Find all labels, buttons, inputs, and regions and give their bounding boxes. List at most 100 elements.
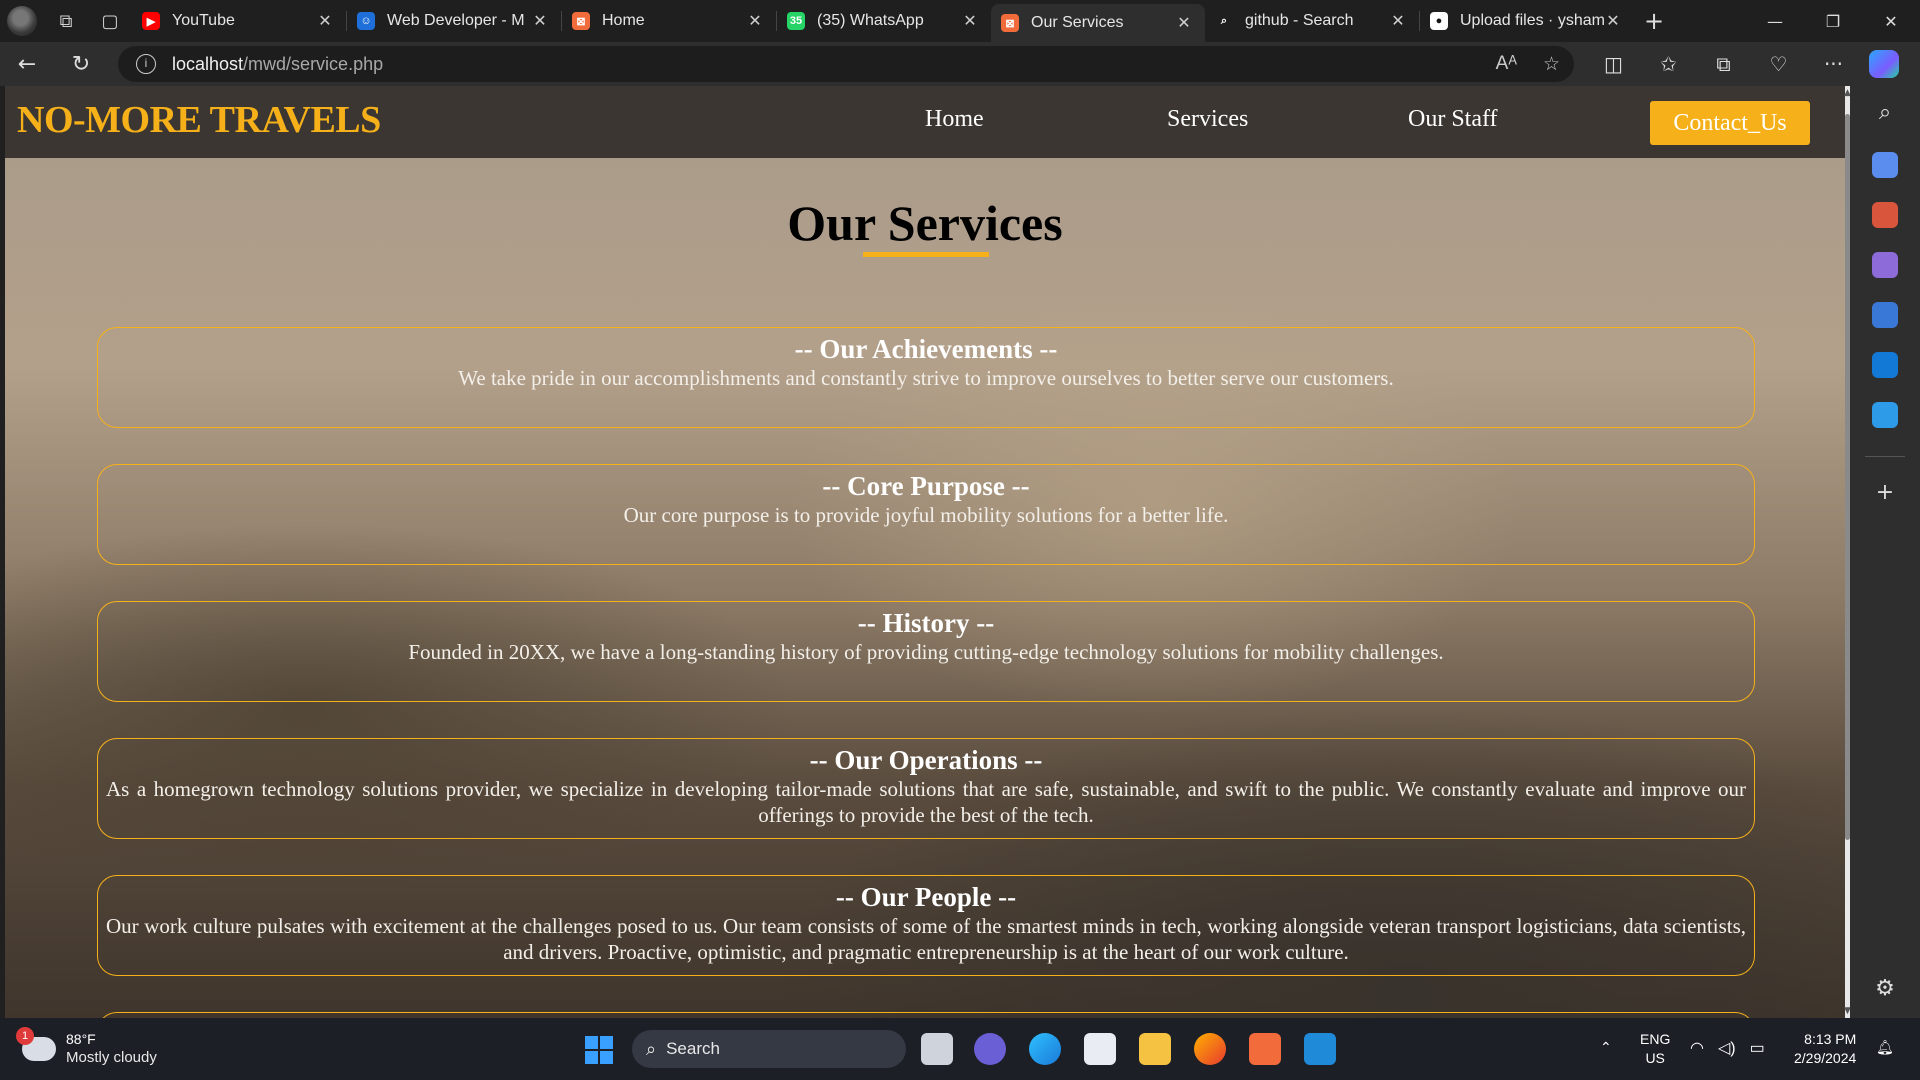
tab-close-icon[interactable]: ✕ — [961, 11, 979, 31]
file-explorer-icon[interactable] — [1139, 1033, 1171, 1065]
volume-icon: ◁) — [1717, 1040, 1736, 1057]
favorites-icon[interactable]: ✩ — [1641, 52, 1696, 76]
card-text: We take pride in our accomplishments and… — [458, 366, 1394, 390]
browser-tab[interactable]: ⊠ Our Services ✕ — [991, 4, 1205, 42]
card-title: -- Core Purpose -- — [822, 471, 1030, 501]
notifications-bell-icon[interactable]: 🔔︎ — [1876, 1038, 1894, 1057]
more-menu-icon[interactable]: ··· — [1806, 52, 1861, 76]
card-title: -- History -- — [857, 608, 995, 638]
weather-condition: Mostly cloudy — [66, 1049, 157, 1066]
card-title: -- Our Operations -- — [809, 745, 1043, 775]
workspaces-icon[interactable]: ⧉ — [44, 0, 88, 42]
minimize-icon[interactable]: — — [1746, 12, 1804, 31]
split-screen-icon[interactable]: ◫ — [1586, 52, 1641, 76]
back-icon[interactable]: ← — [0, 52, 54, 77]
wifi-icon: ◠ — [1690, 1040, 1704, 1057]
service-card-operations: -- Our Operations -- As a homegrown tech… — [97, 738, 1755, 839]
tab-title: YouTube — [172, 12, 235, 29]
window-controls: — ❐ ✕ — [1746, 12, 1920, 31]
favorite-star-icon[interactable]: ☆ — [1543, 53, 1560, 76]
read-aloud-icon[interactable]: Aᴬ — [1496, 53, 1517, 76]
sidebar-outlook-icon[interactable] — [1872, 352, 1898, 378]
firefox-icon[interactable] — [1194, 1033, 1226, 1065]
tab-favicon-icon: ⌕ — [1215, 12, 1233, 30]
nav-our-staff[interactable]: Our Staff — [1408, 106, 1498, 133]
edge-icon[interactable] — [1029, 1033, 1061, 1065]
tab-favicon-icon: 35 — [787, 12, 805, 30]
tab-title: Upload files · ysham — [1460, 12, 1604, 29]
clock-date: 2/29/2024 — [1794, 1050, 1857, 1066]
sidebar-shopping-icon[interactable] — [1872, 152, 1898, 178]
edge-sidebar: ⌕ + ⚙ — [1850, 86, 1920, 1018]
sidebar-divider — [1865, 456, 1905, 457]
browser-tab[interactable]: ⊠ Home ✕ — [562, 0, 776, 42]
weather-temp: 88°F — [66, 1031, 96, 1047]
vscode-icon[interactable] — [1304, 1033, 1336, 1065]
collections-icon[interactable]: ⧉ — [1696, 52, 1751, 76]
tab-title: Home — [602, 12, 645, 29]
address-toolbar: ← ↻ i localhost/mwd/service.php Aᴬ ☆ ◫ ✩… — [0, 42, 1920, 86]
tab-favicon-icon: ⊠ — [572, 12, 590, 30]
taskbar-search[interactable]: ⌕ Search — [632, 1030, 906, 1068]
task-view-icon[interactable] — [921, 1033, 953, 1065]
site-info-icon[interactable]: i — [136, 54, 156, 74]
tab-close-icon[interactable]: ✕ — [746, 11, 764, 31]
browser-tab[interactable]: ▶ YouTube ✕ — [132, 0, 346, 42]
refresh-icon[interactable]: ↻ — [54, 52, 108, 77]
sidebar-settings-icon[interactable]: ⚙ — [1872, 976, 1898, 1001]
site-logo[interactable]: NO-MORE TRAVELS — [17, 98, 381, 142]
sidebar-games-icon[interactable] — [1872, 252, 1898, 278]
tab-list: ▶ YouTube ✕ ☺ Web Developer - M ✕ ⊠ Home ✕ 35 (35)… — [132, 0, 1634, 42]
profile-avatar[interactable] — [0, 0, 44, 42]
tab-favicon-icon: ▶ — [142, 12, 160, 30]
start-icon[interactable] — [585, 1036, 613, 1064]
nav-services[interactable]: Services — [1167, 106, 1248, 133]
clock[interactable]: 8:13 PM 2/29/2024 — [1794, 1030, 1856, 1068]
sidebar-tools-icon[interactable] — [1872, 202, 1898, 228]
browser-tab[interactable]: ● Upload files · ysham ✕ — [1420, 0, 1634, 42]
card-title: -- Our Achievements -- — [794, 334, 1058, 364]
copilot-icon[interactable] — [1869, 50, 1899, 78]
browser-tab[interactable]: ⌕ github - Search ✕ — [1205, 0, 1419, 42]
url-host: localhost — [172, 53, 244, 74]
sidebar-copilot-icon[interactable] — [1872, 302, 1898, 328]
tray-overflow-icon[interactable]: ⌃ — [1600, 1038, 1612, 1057]
nav-home[interactable]: Home — [925, 106, 984, 133]
xampp-icon[interactable] — [1249, 1033, 1281, 1065]
tab-close-icon[interactable]: ✕ — [1389, 11, 1407, 31]
teams-icon[interactable] — [974, 1033, 1006, 1065]
store-icon[interactable] — [1084, 1033, 1116, 1065]
page-title: Our Services — [787, 195, 1063, 251]
tab-title: Our Services — [1031, 14, 1124, 31]
sidebar-add-icon[interactable]: + — [1872, 480, 1898, 505]
tab-close-icon[interactable]: ✕ — [1604, 11, 1622, 31]
tab-close-icon[interactable]: ✕ — [1175, 13, 1193, 33]
new-tab-button[interactable]: + — [1634, 7, 1674, 35]
card-text: As a homegrown technology solutions prov… — [106, 777, 1746, 827]
sidebar-send-icon[interactable] — [1872, 402, 1898, 428]
close-window-icon[interactable]: ✕ — [1862, 12, 1920, 31]
tab-favicon-icon: ☺ — [357, 12, 375, 30]
cloud-icon: 1 — [16, 1027, 56, 1061]
weather-widget[interactable]: 1 88°F Mostly cloudy — [16, 1027, 157, 1068]
url-path: /mwd/service.php — [243, 53, 384, 74]
tab-close-icon[interactable]: ✕ — [316, 11, 334, 31]
title-underline — [863, 252, 989, 257]
system-tray-icons[interactable]: ◠ ◁) ▭ — [1690, 1038, 1765, 1058]
language-indicator[interactable]: ENG US — [1640, 1030, 1670, 1068]
search-icon: ⌕ — [646, 1038, 657, 1059]
address-bar[interactable]: i localhost/mwd/service.php Aᴬ ☆ — [118, 46, 1574, 82]
card-text: Founded in 20XX, we have a long-standing… — [408, 640, 1444, 664]
contact-us-button[interactable]: Contact_Us — [1650, 101, 1810, 145]
restore-icon[interactable]: ❐ — [1804, 12, 1862, 31]
browser-tab-strip: ⧉ ▢ ▶ YouTube ✕ ☺ Web Developer - M ✕ ⊠ Home ✕ 35… — [0, 0, 1920, 42]
browser-essentials-icon[interactable]: ♡ — [1751, 52, 1806, 76]
sidebar-search-icon[interactable]: ⌕ — [1872, 100, 1898, 125]
tab-actions-icon[interactable]: ▢ — [88, 0, 132, 42]
browser-tab[interactable]: ☺ Web Developer - M ✕ — [347, 0, 561, 42]
tab-title: github - Search — [1245, 12, 1354, 29]
service-card-core-purpose: -- Core Purpose -- Our core purpose is t… — [97, 464, 1755, 565]
tab-favicon-icon: ⊠ — [1001, 14, 1019, 32]
tab-close-icon[interactable]: ✕ — [531, 11, 549, 31]
browser-tab[interactable]: 35 (35) WhatsApp ✕ — [777, 0, 991, 42]
